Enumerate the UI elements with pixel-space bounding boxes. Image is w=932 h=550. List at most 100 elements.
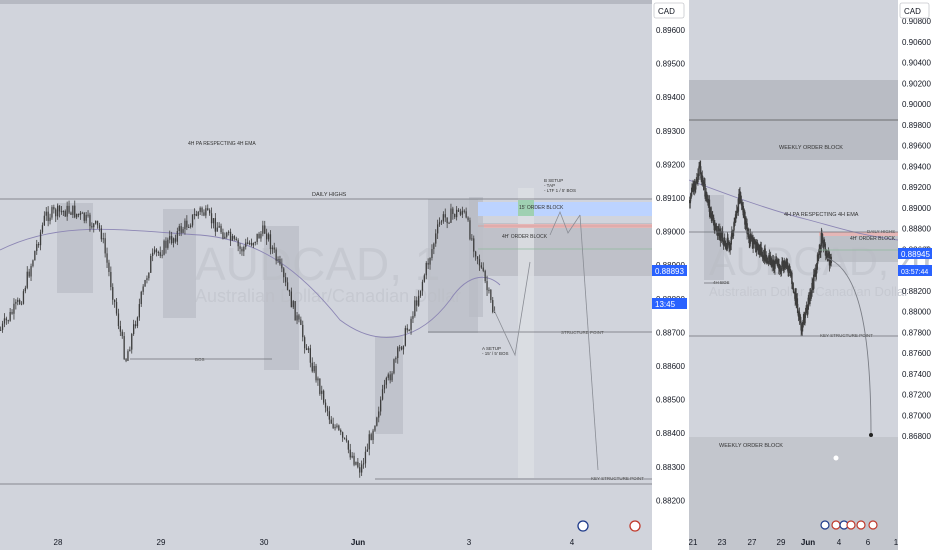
y-tick-label-15m: 0.88600: [656, 362, 685, 371]
candle-15m-body: [332, 423, 334, 429]
y-tick-label-4h: 0.87800: [902, 328, 931, 337]
economic-event-icon[interactable]: [577, 520, 589, 532]
candle-15m-body: [321, 390, 323, 394]
candle-15m-body: [157, 252, 159, 254]
candle-15m-body: [397, 347, 399, 359]
candle-15m-body: [207, 208, 209, 211]
candle-15m-body: [224, 236, 226, 239]
candle-4h-body: [806, 309, 809, 315]
candle-15m-body: [421, 281, 424, 291]
label-4h-ob: 4H' ORDER BLOCK: [502, 234, 548, 240]
candle-15m-body: [87, 214, 89, 216]
candle-15m-body: [70, 212, 72, 215]
economic-event-icon[interactable]: [868, 520, 878, 530]
candle-15m-body: [129, 349, 131, 352]
candle-15m-body: [26, 271, 28, 288]
candle-15m-body: [19, 299, 21, 304]
economic-event-icon[interactable]: [831, 520, 841, 530]
candle-15m-body: [290, 291, 292, 308]
candle-15m-body: [36, 244, 38, 252]
candle-15m-body: [45, 211, 47, 216]
current-price-label-15m: 0.88893: [655, 267, 684, 276]
candle-15m-body: [178, 226, 180, 231]
candle-15m-body: [180, 226, 182, 233]
candle-15m-body: [482, 267, 484, 271]
y-tick-label-4h: 0.87600: [902, 349, 931, 358]
candle-15m-body: [169, 236, 171, 240]
candle-15m-body: [372, 430, 374, 441]
candle-15m-body: [119, 326, 121, 332]
economic-event-icon[interactable]: [856, 520, 866, 530]
candle-15m-body: [448, 222, 450, 224]
candle-15m-body: [117, 313, 120, 327]
candle-15m-body: [338, 425, 340, 431]
candle-15m-body: [404, 328, 406, 346]
candle-15m-body: [437, 224, 439, 234]
candle-15m-body: [402, 345, 405, 350]
candle-15m-body: [30, 266, 32, 277]
current-price-label-4h: 0.88945: [901, 250, 930, 259]
x-tick-label-15m: 4: [570, 538, 575, 547]
candle-15m-body: [13, 303, 15, 314]
currency-label-15m: CAD: [658, 7, 675, 16]
x-tick-label-4h: 27: [748, 538, 757, 547]
y-tick-label-4h: 0.86800: [902, 432, 931, 441]
candle-15m-body: [258, 233, 260, 239]
candle-15m-body: [216, 227, 218, 232]
candle-15m-body: [343, 437, 346, 439]
countdown-label-4h: 03:57:44: [901, 269, 928, 276]
candle-15m-body: [438, 222, 441, 225]
candle-15m-body: [155, 249, 158, 253]
y-tick-label-15m: 0.89200: [656, 160, 685, 169]
candle-15m-body: [62, 211, 64, 213]
candle-15m-body: [228, 231, 230, 233]
candle-15m-body: [260, 233, 262, 239]
candle-15m-body: [266, 233, 268, 240]
label-4h-pa: 4H PA RESPECTING 4H EMA: [188, 141, 256, 147]
candle-15m-body: [57, 205, 59, 217]
candle-15m-body: [140, 291, 142, 305]
candle-15m-body: [435, 233, 437, 244]
candle-15m-body: [159, 252, 161, 256]
candle-15m-body: [463, 210, 465, 212]
candle-15m-body: [400, 347, 403, 350]
candle-4h-body: [723, 237, 726, 241]
y-tick-label-4h: 0.90200: [902, 79, 931, 88]
candle-15m-body: [150, 256, 152, 273]
candle-15m-body: [144, 280, 146, 287]
candle-15m-body: [74, 205, 76, 218]
candle-15m-body: [431, 249, 433, 259]
candle-15m-body: [100, 228, 102, 240]
y-tick-label-15m: 0.88200: [656, 496, 685, 505]
candle-15m-body: [475, 251, 477, 257]
candle-15m-body: [188, 226, 190, 228]
y-tick-label-15m: 0.89300: [656, 127, 685, 136]
candle-15m-body: [0, 329, 2, 331]
chart-15m[interactable]: AUDCAD, 1Australian Dollar/Canadian Doll…: [0, 0, 687, 550]
candle-15m-body: [459, 211, 462, 215]
watermark-subtitle-15m: Australian Dollar/Canadian Dollar: [195, 286, 461, 306]
candle-15m-body: [317, 378, 319, 381]
candle-15m-body: [250, 242, 253, 246]
candle-15m-body: [311, 362, 313, 372]
countdown-label-15m: 13:45: [655, 300, 676, 309]
label-4h-pa-right: 4H PA RESPECTING 4H EMA: [784, 212, 859, 218]
candle-15m-body: [364, 451, 367, 464]
candle-15m-body: [315, 365, 317, 381]
economic-event-icon[interactable]: [629, 520, 641, 532]
candle-15m-body: [446, 217, 448, 224]
candle-15m-body: [34, 251, 36, 261]
candle-15m-body: [222, 232, 224, 239]
candle-15m-body: [286, 282, 289, 290]
candle-15m-body: [17, 299, 19, 302]
candle-15m-body: [347, 440, 349, 450]
watermark-symbol-15m: AUDCAD, 1: [195, 238, 440, 290]
candle-15m-body: [285, 277, 287, 283]
candle-15m-body: [486, 281, 488, 291]
chart-4h[interactable]: AUDCAD, 4hAustralian Dollar / Canadian D…: [689, 0, 932, 550]
economic-event-icon[interactable]: [846, 520, 856, 530]
candle-15m-body: [72, 205, 74, 215]
candle-15m-body: [79, 212, 82, 216]
economic-event-icon[interactable]: [820, 520, 830, 530]
candle-15m-body: [393, 359, 395, 374]
